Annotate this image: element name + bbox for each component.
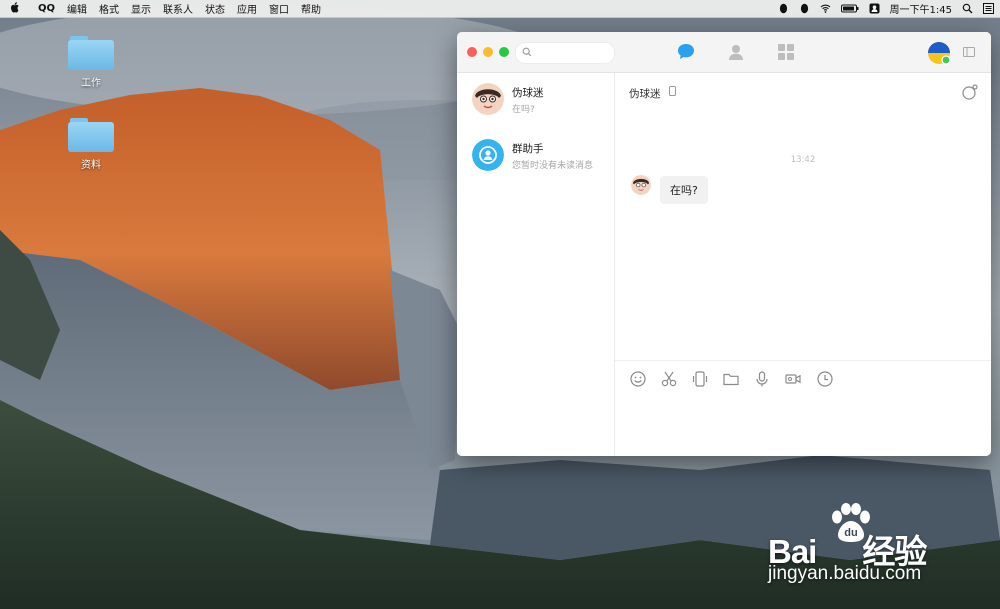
microphone-icon[interactable] (753, 370, 771, 388)
shake-window-icon[interactable] (691, 370, 709, 388)
battery-icon[interactable] (840, 3, 859, 14)
emoji-icon[interactable] (629, 370, 647, 388)
window-maximize-button[interactable] (499, 47, 509, 57)
menu-contacts[interactable]: 联系人 (163, 1, 193, 16)
apps-tab-icon[interactable] (775, 41, 797, 63)
message-timestamp: 13:42 (790, 155, 816, 165)
window-minimize-button[interactable] (483, 47, 493, 57)
menu-apps[interactable]: 应用 (237, 1, 257, 16)
menu-status[interactable]: 状态 (205, 1, 225, 16)
search-icon (522, 47, 532, 57)
baidu-jingyan-watermark: du Bai 经验 jingyan.baidu.com (768, 503, 968, 593)
window-close-button[interactable] (467, 47, 477, 57)
group-assistant-icon (472, 139, 504, 171)
desktop-folder-materials[interactable]: 资料 (66, 118, 116, 171)
search-input[interactable] (536, 45, 612, 62)
desktop-folder-work[interactable]: 工作 (66, 36, 116, 89)
qq-titlebar (457, 32, 991, 73)
chat-panel: 伪球迷 13:42 在吗? (615, 73, 991, 456)
chat-header: 伪球迷 (615, 73, 991, 109)
conversation-name: 群助手 (512, 143, 544, 155)
qq-penguin-icon-2[interactable] (799, 3, 810, 14)
folder-icon (68, 118, 114, 152)
menu-format[interactable]: 格式 (99, 1, 119, 16)
qq-penguin-icon[interactable] (778, 3, 789, 14)
wifi-icon[interactable] (820, 3, 831, 14)
spotlight-search-icon[interactable] (962, 3, 973, 14)
notification-center-icon[interactable] (983, 3, 994, 14)
chat-title: 伪球迷 (629, 88, 661, 100)
message-sender-avatar[interactable] (631, 175, 651, 195)
folder-icon (68, 36, 114, 70)
contacts-tab-icon[interactable] (725, 41, 747, 63)
screenshot-scissors-icon[interactable] (660, 370, 678, 388)
watermark-url: jingyan.baidu.com (768, 563, 922, 584)
menu-bar: QQ 编辑 格式 显示 联系人 状态 应用 窗口 帮助 周一下午1:45 (0, 0, 1000, 18)
folder-label: 工作 (81, 78, 101, 89)
sidebar-toggle-icon[interactable] (963, 47, 975, 57)
apple-menu-icon[interactable] (10, 1, 30, 16)
history-clock-icon[interactable] (816, 370, 834, 388)
menubar-clock[interactable]: 周一下午1:45 (890, 1, 952, 16)
user-icon[interactable] (869, 3, 880, 14)
conversation-item[interactable]: 伪球迷 在吗? (457, 73, 614, 129)
conversation-preview: 在吗? (512, 105, 535, 115)
message-composer[interactable] (615, 360, 991, 456)
chat-settings-icon[interactable] (961, 83, 979, 101)
phone-status-icon (669, 86, 676, 96)
folder-label: 资料 (81, 160, 101, 171)
menu-help[interactable]: 帮助 (301, 1, 321, 16)
status-area: 周一下午1:45 (768, 0, 994, 17)
message-bubble: 在吗? (660, 176, 708, 204)
conversation-name: 伪球迷 (512, 87, 544, 99)
self-avatar[interactable] (927, 41, 951, 65)
search-box[interactable] (515, 42, 615, 64)
conversation-item[interactable]: 群助手 您暂时没有未读消息 (457, 129, 614, 185)
folder-send-file-icon[interactable] (722, 370, 740, 388)
menu-app-name[interactable]: QQ (38, 3, 55, 14)
menu-edit[interactable]: 编辑 (67, 1, 87, 16)
video-call-icon[interactable] (784, 370, 802, 388)
menu-view[interactable]: 显示 (131, 1, 151, 16)
contact-avatar (472, 83, 504, 115)
menu-window[interactable]: 窗口 (269, 1, 289, 16)
conversation-preview: 您暂时没有未读消息 (512, 161, 594, 171)
qq-window: 伪球迷 在吗? 群助手 您暂时没有未读消息 伪球迷 13:42 在吗? (457, 32, 991, 456)
conversation-list: 伪球迷 在吗? 群助手 您暂时没有未读消息 (457, 73, 615, 456)
messages-tab-icon[interactable] (675, 41, 697, 63)
